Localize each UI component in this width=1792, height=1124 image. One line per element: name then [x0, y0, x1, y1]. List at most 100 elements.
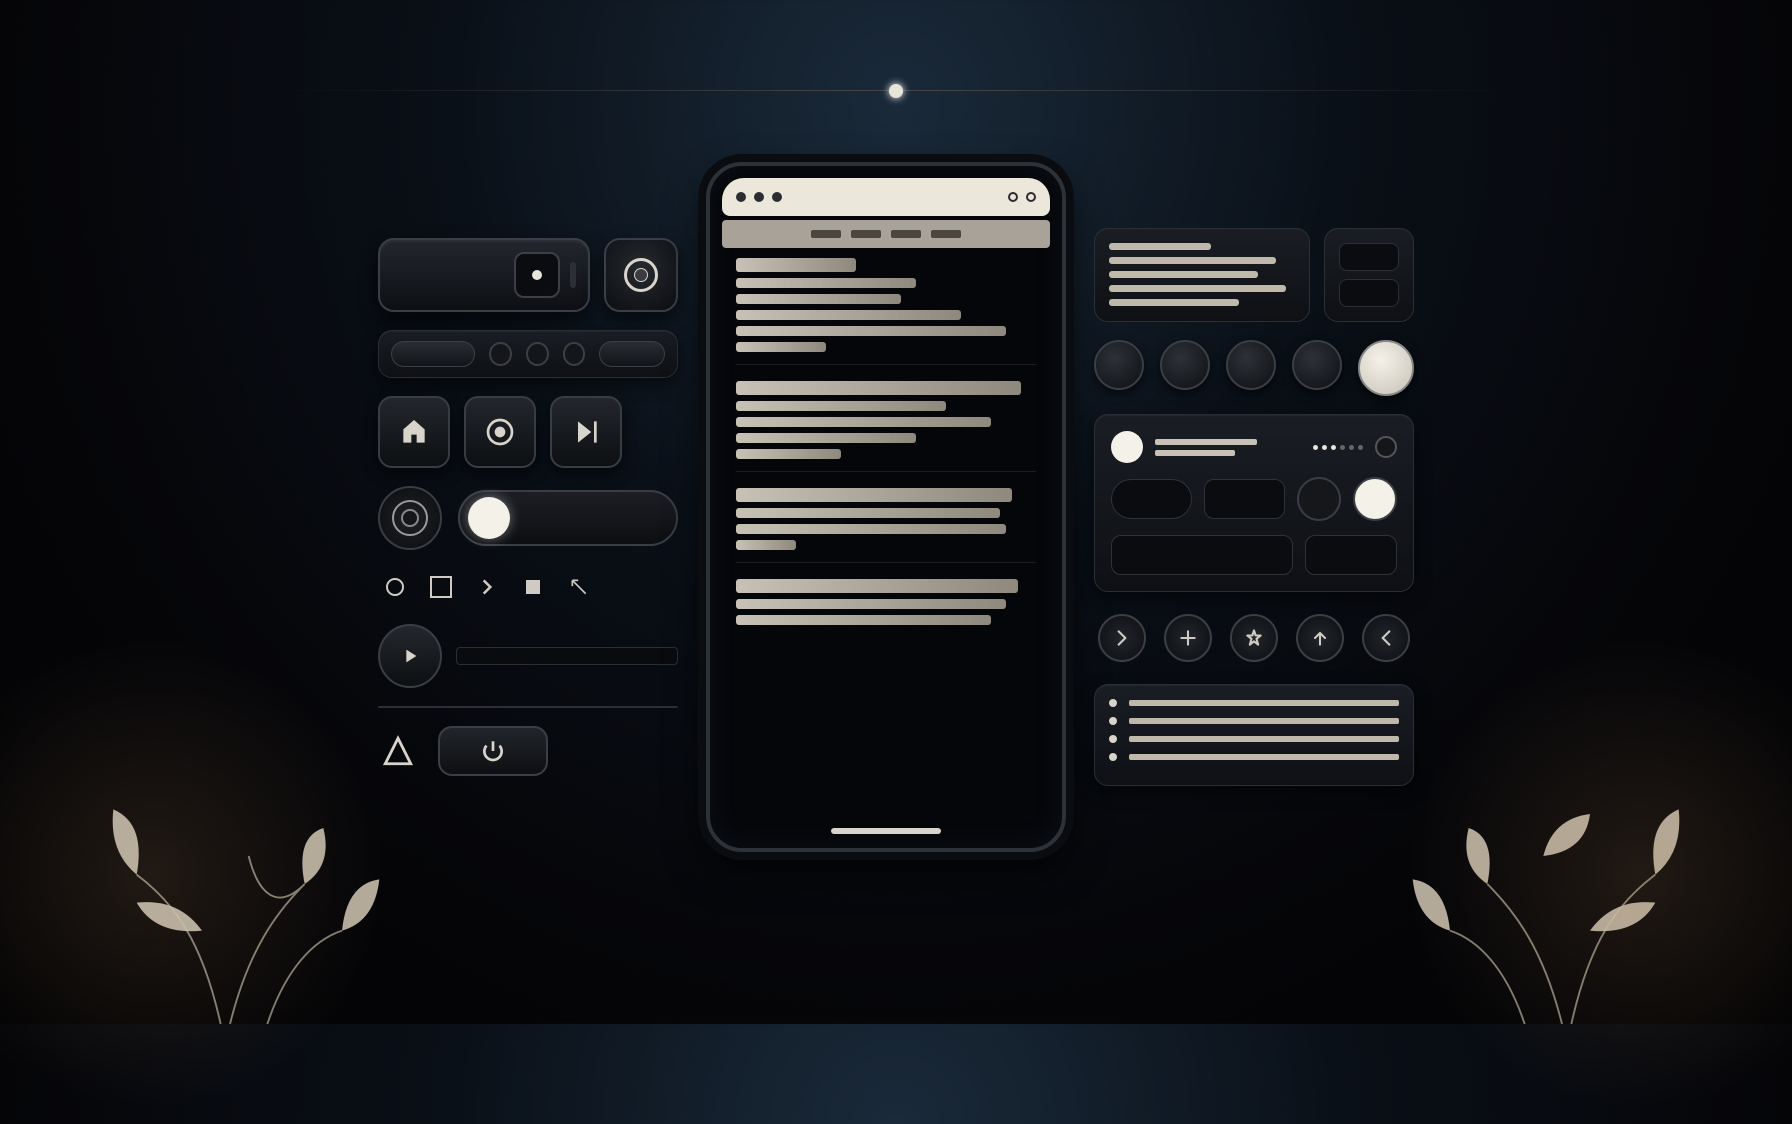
delta-icon	[378, 731, 418, 771]
content-line	[736, 417, 991, 427]
slot-2[interactable]	[1339, 279, 1399, 307]
right-info-row	[1094, 228, 1414, 322]
ctl-row-1	[1111, 431, 1397, 463]
forward-icon	[570, 416, 602, 448]
content-line	[736, 615, 991, 625]
segment-4[interactable]	[1305, 535, 1397, 575]
nav-button[interactable]	[1098, 614, 1146, 662]
status-dot-1[interactable]	[489, 342, 512, 366]
glyph-row	[378, 568, 678, 606]
indicator-dot-on[interactable]	[1111, 431, 1143, 463]
window-controls[interactable]	[736, 192, 782, 202]
chevron-right-icon	[1112, 628, 1132, 648]
content-line	[736, 278, 916, 288]
glyph-square[interactable]	[426, 572, 456, 602]
left-play-row	[378, 624, 678, 688]
knob-1[interactable]	[1094, 340, 1144, 390]
glyph-chevron[interactable]	[472, 572, 502, 602]
circ-button-2[interactable]	[1353, 477, 1397, 521]
list-line	[1129, 700, 1399, 706]
phone-mockup	[706, 162, 1066, 852]
content-line	[736, 310, 961, 320]
content-line	[736, 508, 1000, 518]
chevron-left-icon	[1376, 628, 1396, 648]
forward-button[interactable]	[550, 396, 622, 468]
content-line	[736, 488, 1012, 502]
list-item[interactable]	[1109, 717, 1399, 725]
target-outer-icon	[392, 500, 428, 536]
info-lines	[1109, 243, 1295, 306]
home-button[interactable]	[378, 396, 450, 468]
glyph-stop[interactable]	[518, 572, 548, 602]
info-line	[1109, 285, 1286, 292]
power-button[interactable]	[438, 726, 548, 776]
list-item[interactable]	[1109, 699, 1399, 707]
content-line	[736, 579, 1018, 593]
dial-ring-icon	[624, 258, 658, 292]
left-top-row	[378, 238, 678, 312]
record-button[interactable]	[464, 396, 536, 468]
progress-slot-2[interactable]	[378, 706, 678, 708]
main-switch[interactable]	[378, 238, 590, 312]
segment-3[interactable]	[1111, 535, 1293, 575]
indicator-dot-off[interactable]	[1375, 436, 1397, 458]
info-line	[1109, 271, 1258, 278]
phone-content[interactable]	[722, 248, 1050, 820]
star-icon	[1244, 628, 1264, 648]
right-column	[1094, 228, 1414, 786]
list-line	[1129, 718, 1399, 724]
knob-2[interactable]	[1160, 340, 1210, 390]
target-button[interactable]	[378, 486, 442, 550]
nav-button[interactable]	[1362, 614, 1410, 662]
control-panel	[1094, 414, 1414, 592]
progress-slot-1[interactable]	[456, 647, 678, 665]
wide-toggle[interactable]	[458, 490, 678, 546]
phone-browser-bar	[722, 178, 1050, 216]
power-icon	[480, 738, 506, 764]
ctl-lines	[1155, 439, 1301, 456]
glyph-circle[interactable]	[380, 572, 410, 602]
pill-button-2[interactable]	[599, 341, 665, 367]
info-card[interactable]	[1094, 228, 1310, 322]
play-icon	[399, 645, 421, 667]
knob-3[interactable]	[1226, 340, 1276, 390]
list-item[interactable]	[1109, 753, 1399, 761]
content-line	[736, 449, 841, 459]
content-section	[736, 381, 1036, 472]
nav-button[interactable]	[1230, 614, 1278, 662]
phone-toolbar[interactable]	[722, 220, 1050, 248]
segment-1[interactable]	[1111, 479, 1192, 519]
circ-button-1[interactable]	[1297, 477, 1341, 521]
knob-5-main[interactable]	[1358, 340, 1414, 396]
arrow-up-icon	[1310, 628, 1330, 648]
list-line	[1129, 754, 1399, 760]
knob-4[interactable]	[1292, 340, 1342, 390]
nav-button[interactable]	[1164, 614, 1212, 662]
window-controls-right[interactable]	[1008, 192, 1036, 202]
content-line	[736, 258, 856, 272]
status-dot-3[interactable]	[563, 342, 586, 366]
bullet-icon	[1109, 735, 1117, 743]
slot-card	[1324, 228, 1414, 322]
status-dot-2[interactable]	[526, 342, 549, 366]
left-bottom-row	[378, 726, 678, 776]
nav-button[interactable]	[1296, 614, 1344, 662]
dial-button[interactable]	[604, 238, 678, 312]
home-icon	[398, 416, 430, 448]
switch-knob-icon	[514, 252, 560, 298]
slot-1[interactable]	[1339, 243, 1399, 271]
segment-2[interactable]	[1204, 479, 1285, 519]
knob-row	[1094, 340, 1414, 396]
list-line	[1129, 736, 1399, 742]
list-item[interactable]	[1109, 735, 1399, 743]
right-list-panel	[1094, 684, 1414, 786]
play-button[interactable]	[378, 624, 442, 688]
pill-button-1[interactable]	[391, 341, 475, 367]
bullet-icon	[1109, 717, 1117, 725]
toggle-thumb	[468, 497, 510, 539]
info-line	[1109, 299, 1239, 306]
glyph-resize[interactable]	[564, 572, 594, 602]
content-line	[736, 326, 1006, 336]
home-indicator[interactable]	[831, 828, 941, 834]
left-toggle-row	[378, 486, 678, 550]
